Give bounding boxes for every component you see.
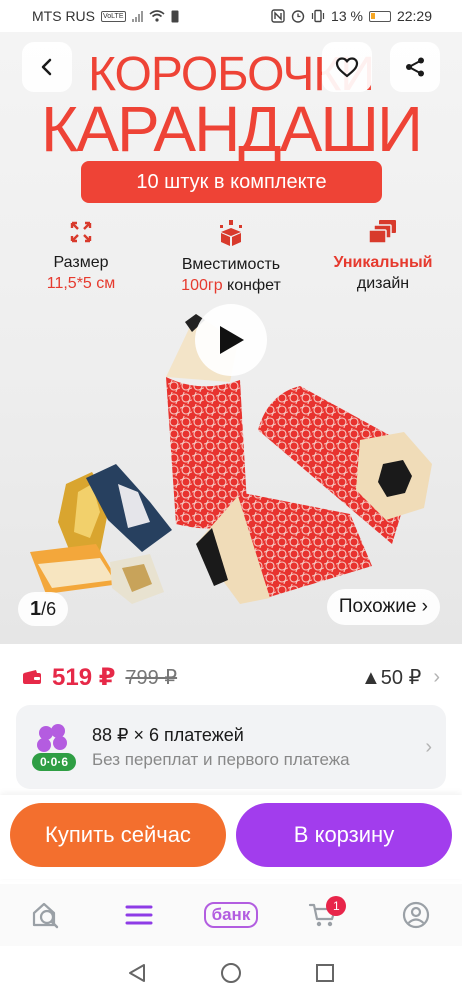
installment-badge-icon: 0·0·6 (32, 724, 76, 771)
back-arrow-icon (41, 58, 52, 76)
bonus-points: ▲50 ₽ (361, 666, 422, 689)
wallet-icon (23, 670, 41, 684)
installment-title: 88 ₽ × 6 платежей (92, 724, 244, 745)
back-button[interactable] (22, 42, 72, 92)
nav-recents-icon[interactable] (314, 962, 336, 984)
action-bar: Купить сейчас В корзину (0, 795, 462, 879)
tab-search[interactable] (16, 890, 76, 940)
carrier-name: MTS RUS (32, 8, 95, 24)
notification-icon (171, 10, 178, 22)
chevron-right-icon: › (433, 665, 440, 688)
price-row[interactable]: 519 ₽ 799 ₽ ▲50 ₽ › (0, 652, 462, 702)
menu-icon (125, 905, 153, 925)
cart-count-badge: 1 (326, 896, 347, 916)
favorite-button[interactable] (322, 42, 372, 92)
volte-indicator: VoLTE (101, 10, 126, 22)
play-icon (220, 326, 244, 354)
heart-icon (335, 57, 359, 78)
clock: 22:29 (396, 8, 432, 24)
play-video-button[interactable] (195, 304, 267, 376)
installment-subtitle: Без переплат и первого платежа (92, 749, 350, 769)
nfc-icon (271, 9, 285, 23)
vibrate-icon (311, 9, 325, 23)
image-counter-total: 6 (46, 598, 57, 619)
tab-profile[interactable] (386, 890, 446, 940)
tab-bank[interactable]: банк (201, 890, 261, 940)
status-bar: MTS RUS VoLTE 13 % 22:29 (0, 0, 462, 32)
add-to-cart-button[interactable]: В корзину (236, 803, 452, 867)
buy-now-button[interactable]: Купить сейчас (10, 803, 226, 867)
similar-products-button[interactable]: Похожие › (326, 589, 440, 625)
image-counter-current: 1 (30, 597, 42, 620)
chevron-right-icon: › (425, 735, 432, 758)
profile-icon (402, 901, 429, 929)
installment-card[interactable]: 0·0·6 88 ₽ × 6 платежей Без переплат и п… (16, 705, 446, 789)
bottom-tab-bar: банк 1 (0, 884, 462, 946)
installment-badge-text: 0·0·6 (40, 755, 68, 769)
alarm-icon (291, 10, 305, 23)
share-icon (406, 57, 424, 77)
old-price: 799 ₽ (125, 666, 178, 689)
nav-home-icon[interactable] (219, 961, 243, 985)
wifi-icon (148, 10, 165, 22)
product-image-gallery[interactable]: КОРОБОЧКИ КАРАНДАШИ 10 штук в комплекте … (0, 32, 462, 644)
nav-back-icon[interactable] (126, 962, 148, 984)
battery-percent: 13 % (331, 8, 363, 24)
battery-icon (368, 10, 391, 22)
image-counter: 1 / 6 (18, 592, 69, 626)
system-navigation-bar (0, 946, 462, 1000)
share-button[interactable] (390, 42, 440, 92)
search-home-icon (33, 902, 59, 929)
tab-catalog[interactable] (109, 890, 169, 940)
tab-cart[interactable]: 1 (293, 890, 353, 940)
current-price: 519 ₽ (52, 663, 116, 691)
signal-icon (131, 10, 143, 22)
bank-label: банк (203, 902, 259, 928)
